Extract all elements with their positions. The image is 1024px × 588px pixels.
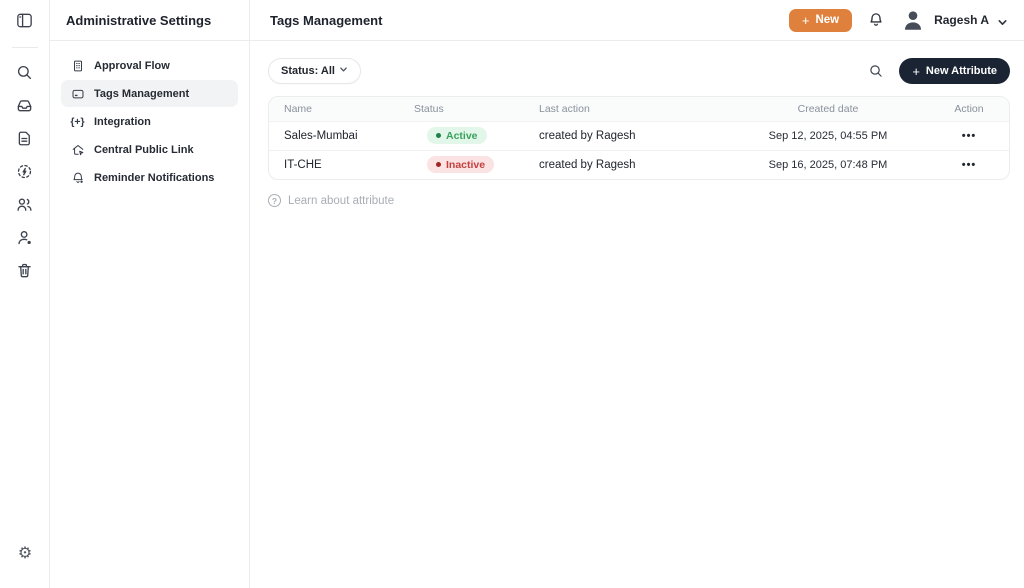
table-row[interactable]: Sales-Mumbai Active created by Ragesh Se… — [269, 121, 1009, 150]
toolbar: Status: All + New Attribute — [268, 58, 1010, 84]
home-link-icon — [70, 142, 85, 157]
status-badge: Active — [427, 127, 487, 144]
search-icon[interactable] — [868, 63, 884, 79]
sidebar-item-label: Reminder Notifications — [94, 172, 214, 184]
column-header-name: Name — [269, 97, 414, 121]
tags-table: Name Status Last action Created date Act… — [269, 97, 1009, 179]
bell-badge-icon — [70, 170, 85, 185]
new-attribute-label: New Attribute — [926, 65, 997, 77]
column-header-status: Status — [414, 97, 539, 121]
status-label: Inactive — [446, 159, 485, 171]
column-header-action: Action — [929, 97, 1009, 121]
app-window: ⚙ Administrative Settings Approval Flow … — [0, 0, 1024, 588]
page-title: Tags Management — [270, 13, 382, 28]
row-actions-button[interactable]: ••• — [962, 160, 977, 171]
user-status-icon[interactable] — [14, 226, 36, 248]
column-header-created-date: Created date — [727, 97, 929, 121]
status-dot-icon — [436, 162, 441, 167]
panel-toggle-icon[interactable] — [14, 9, 36, 31]
new-button[interactable]: + New — [789, 9, 852, 32]
new-button-label: New — [815, 14, 839, 26]
learn-link-label: Learn about attribute — [288, 195, 394, 207]
tag-name: IT-CHE — [269, 150, 414, 179]
rail-divider — [12, 47, 38, 48]
sidebar-item-tags-management[interactable]: Tags Management — [61, 80, 238, 107]
last-action: created by Ragesh — [539, 150, 727, 179]
last-action: created by Ragesh — [539, 121, 727, 150]
sync-flash-icon[interactable] — [14, 160, 36, 182]
sidebar-nav: Approval Flow Tags Management {+} Integr… — [50, 41, 249, 203]
table-row[interactable]: IT-CHE Inactive created by Ragesh Sep 16… — [269, 150, 1009, 179]
new-attribute-button[interactable]: + New Attribute — [899, 58, 1010, 84]
status-filter-dropdown[interactable]: Status: All — [268, 58, 361, 84]
sidebar-item-central-public-link[interactable]: Central Public Link — [61, 136, 238, 163]
status-label: Active — [446, 130, 478, 142]
sidebar-item-reminder-notifications[interactable]: Reminder Notifications — [61, 164, 238, 191]
sidebar-title: Administrative Settings — [50, 0, 249, 41]
plus-icon: + — [912, 65, 920, 78]
row-actions-button[interactable]: ••• — [962, 131, 977, 142]
chevron-down-icon — [997, 15, 1008, 26]
icon-rail: ⚙ — [0, 0, 50, 588]
users-icon[interactable] — [14, 193, 36, 215]
document-icon[interactable] — [14, 127, 36, 149]
sidebar-item-label: Approval Flow — [94, 60, 170, 72]
status-filter-label: Status: All — [281, 65, 335, 77]
sidebar-item-integration[interactable]: {+} Integration — [61, 108, 238, 135]
inbox-icon[interactable] — [14, 94, 36, 116]
search-icon[interactable] — [14, 61, 36, 83]
learn-about-attribute-link[interactable]: ? Learn about attribute — [268, 194, 1010, 207]
status-badge: Inactive — [427, 156, 494, 173]
user-name: Ragesh A — [934, 13, 989, 27]
trash-icon[interactable] — [14, 259, 36, 281]
sidebar-item-label: Central Public Link — [94, 144, 194, 156]
tags-table-card: Name Status Last action Created date Act… — [268, 96, 1010, 180]
table-header-row: Name Status Last action Created date Act… — [269, 97, 1009, 121]
status-dot-icon — [436, 133, 441, 138]
column-header-last-action: Last action — [539, 97, 727, 121]
card-icon — [70, 86, 85, 101]
topbar: Tags Management + New Ragesh A — [250, 0, 1024, 41]
sidebar-item-approval-flow[interactable]: Approval Flow — [61, 52, 238, 79]
question-icon: ? — [268, 194, 281, 207]
content-area: Status: All + New Attribute — [250, 41, 1024, 207]
braces-plus-icon: {+} — [70, 114, 85, 129]
sidebar-item-label: Tags Management — [94, 88, 189, 100]
created-date: Sep 12, 2025, 04:55 PM — [727, 121, 929, 150]
settings-sidebar: Administrative Settings Approval Flow Ta… — [50, 0, 250, 588]
tag-name: Sales-Mumbai — [269, 121, 414, 150]
user-menu[interactable]: Ragesh A — [900, 7, 1008, 33]
bell-icon[interactable] — [867, 11, 885, 29]
building-icon — [70, 58, 85, 73]
avatar — [900, 7, 926, 33]
plus-icon: + — [802, 14, 810, 27]
sidebar-item-label: Integration — [94, 116, 151, 128]
chevron-down-icon — [339, 65, 348, 77]
settings-gear-icon[interactable]: ⚙ — [18, 546, 32, 562]
created-date: Sep 16, 2025, 07:48 PM — [727, 150, 929, 179]
main-panel: Tags Management + New Ragesh A — [250, 0, 1024, 588]
